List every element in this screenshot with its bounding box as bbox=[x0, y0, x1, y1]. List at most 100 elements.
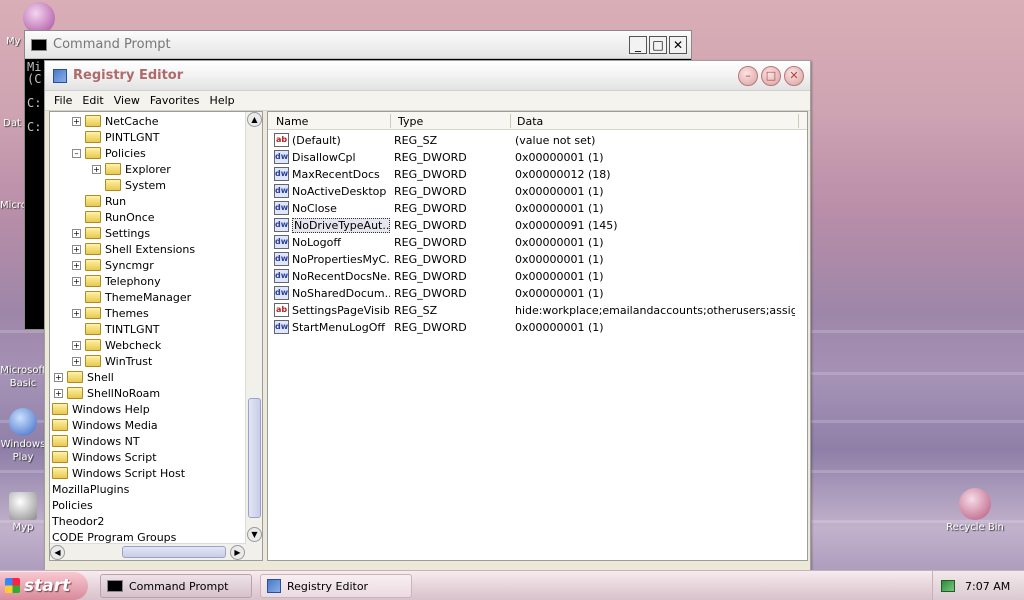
maximize-button[interactable]: □ bbox=[761, 65, 781, 86]
data-icon[interactable]: Dat bbox=[0, 118, 24, 129]
network-icon[interactable] bbox=[941, 580, 955, 592]
microsoft-basic-icon[interactable]: Microsoft Basic bbox=[0, 364, 46, 390]
menu-edit[interactable]: Edit bbox=[77, 94, 108, 107]
microsoft-icon[interactable]: Micro bbox=[0, 200, 24, 211]
scroll-thumb[interactable] bbox=[122, 546, 226, 558]
menu-file[interactable]: File bbox=[49, 94, 77, 107]
column-header-name[interactable]: Name bbox=[276, 115, 308, 128]
tree-expander[interactable]: + bbox=[72, 308, 81, 318]
maximize-button[interactable]: □ bbox=[649, 35, 667, 54]
value-name: NoActiveDesktop bbox=[292, 185, 387, 198]
tree-item[interactable]: MozillaPlugins bbox=[52, 481, 129, 497]
value-row[interactable]: dw NoClose REG_DWORD 0x00000001 (1) bbox=[272, 200, 802, 217]
scroll-thumb[interactable] bbox=[248, 398, 261, 518]
command-prompt-titlebar[interactable]: Command Prompt _ □ ✕ bbox=[25, 31, 691, 59]
minimize-button[interactable]: _ bbox=[629, 35, 647, 54]
value-row[interactable]: dw NoSharedDocum... REG_DWORD 0x00000001 (1… bbox=[272, 285, 802, 302]
tree-item[interactable]: + Webcheck bbox=[72, 337, 161, 353]
column-header-data[interactable]: Data bbox=[517, 115, 543, 128]
tree-item[interactable]: + Themes bbox=[72, 305, 149, 321]
column-header-type[interactable]: Type bbox=[398, 115, 423, 128]
windows-player-icon[interactable]: Windows Play bbox=[0, 408, 46, 464]
tree-item-label: CODE Program Groups bbox=[52, 530, 177, 544]
start-button[interactable]: start bbox=[0, 572, 88, 600]
value-row[interactable]: ab SettingsPageVisib... REG_SZ hide:workpla… bbox=[272, 302, 802, 319]
tree-item[interactable]: Theodor2 bbox=[52, 513, 104, 529]
tree-expander[interactable]: + bbox=[72, 228, 81, 238]
tree-expander[interactable]: + bbox=[72, 340, 81, 350]
value-row[interactable]: dw NoActiveDesktop REG_DWORD 0x00000001 (1) bbox=[272, 183, 802, 200]
tree-expander[interactable]: + bbox=[72, 116, 81, 126]
folder-icon bbox=[85, 275, 101, 287]
value-row[interactable]: dw NoDriveTypeAut... REG_DWORD 0x00000091 (… bbox=[272, 217, 802, 234]
registry-values-list[interactable]: Name Type Data ab (Default) REG_SZ (value n… bbox=[267, 111, 808, 561]
tree-item[interactable]: System bbox=[92, 177, 166, 193]
value-row[interactable]: dw NoLogoff REG_DWORD 0x00000001 (1) bbox=[272, 234, 802, 251]
menu-help[interactable]: Help bbox=[205, 94, 240, 107]
tree-item-label: Windows Media bbox=[72, 418, 158, 432]
value-row[interactable]: dw DisallowCpl REG_DWORD 0x00000001 (1) bbox=[272, 149, 802, 166]
myp-icon-image bbox=[9, 492, 37, 520]
close-button[interactable]: ✕ bbox=[784, 65, 804, 86]
tree-item-label: ShellNoRoam bbox=[87, 386, 161, 400]
tree-item[interactable]: Windows Script bbox=[52, 449, 157, 465]
tree-item-label: MozillaPlugins bbox=[52, 482, 130, 496]
value-row[interactable]: dw MaxRecentDocs REG_DWORD 0x00000012 (18) bbox=[272, 166, 802, 183]
tree-item[interactable]: + WinTrust bbox=[72, 353, 152, 369]
clock[interactable]: 7:07 AM bbox=[965, 580, 1010, 593]
scroll-right-arrow-icon[interactable]: ▶ bbox=[230, 545, 245, 560]
close-button[interactable]: ✕ bbox=[669, 35, 687, 54]
tree-expander[interactable]: + bbox=[72, 244, 81, 254]
myp-icon[interactable]: Myp bbox=[0, 492, 46, 533]
tree-item[interactable]: + Explorer bbox=[92, 161, 171, 177]
menu-view[interactable]: View bbox=[109, 94, 145, 107]
value-row[interactable]: dw NoPropertiesMyC... REG_DWORD 0x00000001 … bbox=[272, 251, 802, 268]
tree-item[interactable]: + Telephony bbox=[72, 273, 161, 289]
tree-item[interactable]: Windows Media bbox=[52, 417, 158, 433]
scroll-left-arrow-icon[interactable]: ◀ bbox=[50, 545, 65, 560]
tree-expander[interactable]: – bbox=[72, 148, 81, 158]
tree-item[interactable]: + ShellNoRoam bbox=[54, 385, 160, 401]
tree-item[interactable]: Run bbox=[72, 193, 126, 209]
tree-item[interactable]: TINTLGNT bbox=[72, 321, 160, 337]
tree-item[interactable]: + NetCache bbox=[72, 113, 159, 129]
registry-editor-titlebar[interactable]: Registry Editor – □ ✕ bbox=[45, 61, 810, 91]
recycle-bin-icon[interactable]: Recycle Bin bbox=[940, 488, 1010, 533]
windows-player-icon-image bbox=[9, 408, 37, 436]
tree-item[interactable]: + Shell bbox=[54, 369, 114, 385]
tree-expander[interactable]: + bbox=[54, 388, 63, 398]
tree-item[interactable]: + Syncmgr bbox=[72, 257, 154, 273]
value-row[interactable]: dw StartMenuLogOff REG_DWORD 0x00000001 (1) bbox=[272, 319, 802, 336]
scroll-up-arrow-icon[interactable]: ▲ bbox=[247, 112, 262, 127]
tree-expander[interactable]: + bbox=[54, 372, 63, 382]
tree-item[interactable]: – Policies bbox=[72, 145, 146, 161]
tree-item[interactable]: + Shell Extensions bbox=[72, 241, 195, 257]
column-separator[interactable] bbox=[510, 114, 511, 128]
tree-item[interactable]: ThemeManager bbox=[72, 289, 191, 305]
tree-expander[interactable]: + bbox=[72, 260, 81, 270]
tree-item[interactable]: Windows NT bbox=[52, 433, 140, 449]
tree-item[interactable]: RunOnce bbox=[72, 209, 155, 225]
tree-expander[interactable]: + bbox=[72, 356, 81, 366]
value-row[interactable]: ab (Default) REG_SZ (value not set) bbox=[272, 132, 802, 149]
column-separator[interactable] bbox=[390, 114, 391, 128]
column-separator[interactable] bbox=[798, 114, 799, 128]
tree-item[interactable]: + Settings bbox=[72, 225, 150, 241]
taskbar-button-command-prompt[interactable]: Command Prompt bbox=[100, 574, 252, 598]
value-row[interactable]: dw NoRecentDocsNe... REG_DWORD 0x00000001 (… bbox=[272, 268, 802, 285]
scroll-down-arrow-icon[interactable]: ▼ bbox=[247, 527, 262, 542]
menu-favorites[interactable]: Favorites bbox=[145, 94, 205, 107]
minimize-button[interactable]: – bbox=[738, 65, 758, 86]
tree-item[interactable]: Policies bbox=[52, 497, 93, 513]
tree-vertical-scrollbar[interactable]: ▲ ▼ bbox=[245, 112, 262, 560]
tree-horizontal-scrollbar[interactable]: ◀ ▶ bbox=[50, 543, 246, 560]
tree-expander[interactable]: + bbox=[92, 164, 101, 174]
tree-item[interactable]: PINTLGNT bbox=[72, 129, 159, 145]
tree-item[interactable]: Windows Script Host bbox=[52, 465, 185, 481]
tree-item-label: Webcheck bbox=[105, 338, 162, 352]
registry-editor-window[interactable]: Registry Editor – □ ✕ File Edit View Fav… bbox=[44, 60, 811, 570]
tree-expander[interactable]: + bbox=[72, 276, 81, 286]
tree-item[interactable]: Windows Help bbox=[52, 401, 150, 417]
registry-tree[interactable]: + NetCache PINTLGNT – Policies + Explorer Syste… bbox=[49, 111, 263, 561]
taskbar-button-registry-editor[interactable]: Registry Editor bbox=[260, 574, 412, 598]
